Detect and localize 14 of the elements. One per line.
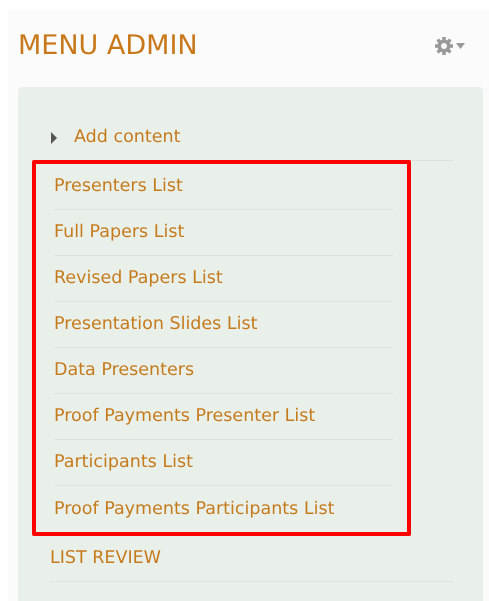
menu-link[interactable]: Add content: [74, 124, 180, 151]
menu-link[interactable]: Presenters List: [54, 173, 183, 200]
settings-button[interactable]: [434, 36, 465, 56]
block-title: MENU ADMIN: [18, 29, 198, 63]
menu-link[interactable]: Participants List: [54, 449, 193, 476]
menu-link[interactable]: Full Papers List: [54, 219, 184, 246]
menu-link[interactable]: Proof Payments Presenter List: [54, 403, 316, 430]
menu-link[interactable]: Data Presenters: [54, 357, 194, 384]
menu-link[interactable]: Proof Payments Participants List: [54, 496, 334, 522]
settings-icon: [434, 36, 454, 56]
menu-link[interactable]: LIST REVIEW: [50, 545, 161, 572]
menu-link[interactable]: Revised Papers List: [54, 265, 223, 292]
menu-link[interactable]: Presentation Slides List: [54, 311, 258, 338]
caret-icon: [456, 42, 465, 49]
